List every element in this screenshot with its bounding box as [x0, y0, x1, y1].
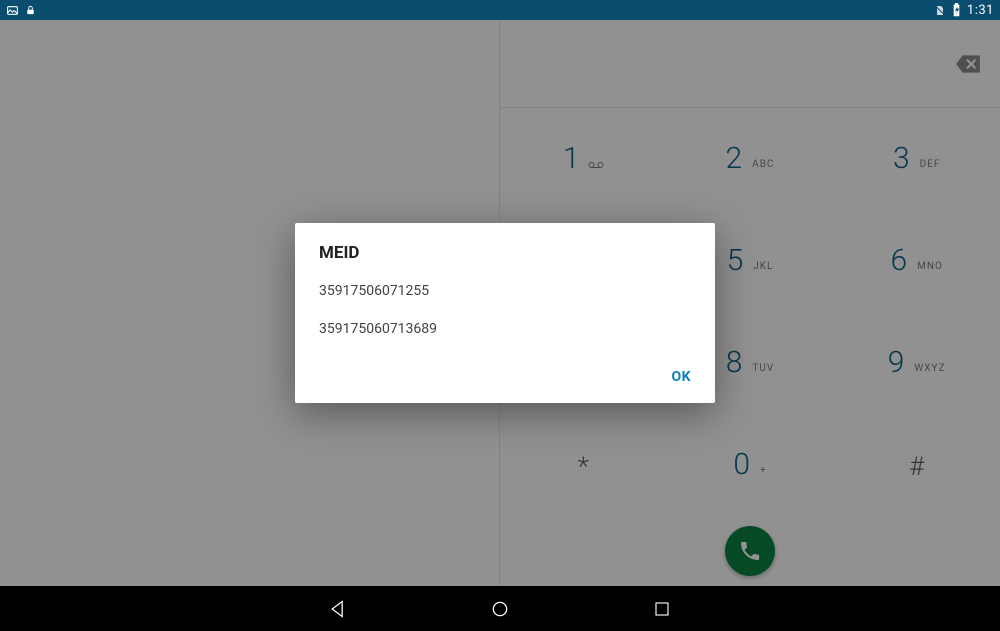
battery-charging-icon [952, 3, 961, 17]
dialog-ok-button[interactable]: OK [659, 361, 703, 393]
no-sim-icon [934, 4, 946, 17]
dialog-actions: OK [295, 355, 715, 403]
meid-value-2: 359175060713689 [319, 313, 691, 351]
screenshot-notification-icon [6, 4, 19, 17]
navigation-bar [0, 586, 1000, 631]
status-bar: 1:31 [0, 0, 1000, 20]
status-clock: 1:31 [967, 3, 994, 18]
dialog-body: 35917506071255 359175060713689 [295, 275, 715, 355]
meid-dialog: MEID 35917506071255 359175060713689 OK [295, 223, 715, 403]
nav-back-button[interactable] [327, 598, 349, 620]
nav-home-icon [490, 599, 510, 619]
lock-icon [25, 4, 36, 17]
nav-back-icon [328, 599, 348, 619]
nav-home-button[interactable] [489, 598, 511, 620]
dialog-title: MEID [295, 223, 715, 275]
meid-value-1: 35917506071255 [319, 275, 691, 313]
nav-recents-button[interactable] [651, 598, 673, 620]
nav-recents-icon [653, 600, 671, 618]
